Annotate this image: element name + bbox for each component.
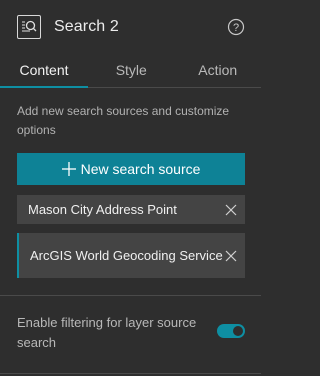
help-icon[interactable]: ? <box>227 18 245 36</box>
content-section: Add new search sources and customize opt… <box>0 88 261 278</box>
section-description: Add new search sources and customize opt… <box>17 104 230 137</box>
tab-style[interactable]: Style <box>88 53 175 87</box>
panel-header: Search 2 ? <box>0 0 261 53</box>
svg-text:?: ? <box>233 22 239 34</box>
filter-toggle[interactable] <box>217 324 245 338</box>
close-icon[interactable] <box>224 249 238 263</box>
panel-title: Search 2 <box>54 17 119 35</box>
source-label: ArcGIS World Geocoding Service <box>30 247 223 263</box>
bottom-divider <box>0 373 261 374</box>
source-item-world-geocoding[interactable]: ArcGIS World Geocoding Service <box>17 233 245 278</box>
new-search-source-label: New search source <box>80 161 201 177</box>
settings-panel: Search 2 ? Content Style Action Add new … <box>0 0 261 376</box>
tab-bar: Content Style Action <box>0 53 261 88</box>
filter-setting: Enable filtering for layer source search <box>0 296 261 353</box>
new-search-source-button[interactable]: New search source <box>17 153 245 185</box>
search-widget-icon <box>17 14 41 39</box>
close-icon[interactable] <box>224 203 238 217</box>
source-item-mason-city[interactable]: Mason City Address Point <box>17 195 245 224</box>
source-label: Mason City Address Point <box>28 201 177 217</box>
tab-content[interactable]: Content <box>0 53 88 88</box>
tab-action[interactable]: Action <box>175 53 262 87</box>
plus-icon <box>61 162 76 176</box>
toggle-knob <box>233 326 243 336</box>
filter-label: Enable filtering for layer source search <box>17 315 197 350</box>
